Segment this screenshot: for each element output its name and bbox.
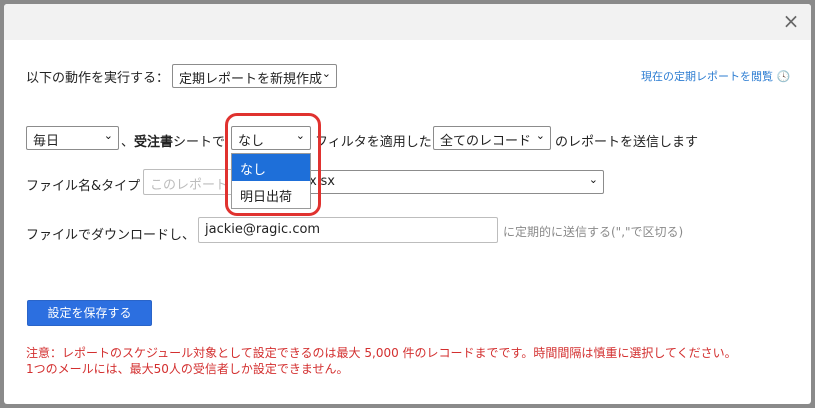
chevron-down-icon: ⌄: [588, 173, 598, 186]
filetype-select[interactable]: .xlsx ⌄: [298, 170, 604, 194]
filter-option[interactable]: 明日出荷: [232, 181, 310, 208]
email-hint: に定期的に送信する(","で区切る): [503, 225, 684, 239]
filename-label: ファイル名&タイプ: [26, 179, 141, 194]
email-input[interactable]: jackie@ragic.com: [198, 217, 498, 243]
schedule-sentence-start: 、受注書シートで: [121, 131, 225, 150]
filter-select-value: なし: [238, 134, 265, 149]
close-icon[interactable]: ×: [779, 10, 803, 34]
sheet-name: 受注書: [134, 135, 174, 150]
records-select-value: 全てのレコード: [440, 134, 532, 149]
send-suffix: のレポートを送信します: [555, 135, 699, 150]
dialog-header: ×: [4, 4, 811, 40]
filter-select[interactable]: なし ⌄: [231, 126, 311, 150]
save-settings-button[interactable]: 設定を保存する: [27, 300, 152, 326]
action-select[interactable]: 定期レポートを新規作成 ⌄: [172, 64, 337, 88]
frequency-select[interactable]: 毎日 ⌄: [26, 126, 119, 150]
chevron-down-icon: ⌄: [295, 129, 305, 142]
connector-text: 、: [121, 135, 135, 150]
download-label: ファイルでダウンロードし、: [26, 228, 196, 243]
view-current-reports-link[interactable]: 現在の定期レポートを閲覧 🕓: [641, 68, 790, 84]
warning-note-2: 1つのメールには、最大50人の受信者しか設定できません。: [26, 362, 349, 376]
chevron-down-icon: ⌄: [321, 67, 331, 80]
chevron-down-icon: ⌄: [103, 129, 113, 142]
chevron-down-icon: ⌄: [535, 129, 545, 142]
action-select-value: 定期レポートを新規作成: [179, 72, 323, 87]
sheet-suffix: シートで: [173, 135, 226, 150]
filter-option[interactable]: なし: [232, 154, 310, 181]
records-select[interactable]: 全てのレコード ⌄: [433, 126, 551, 150]
filter-suffix: フィルタを適用した: [315, 135, 432, 150]
filter-dropdown-list: なし 明日出荷: [231, 153, 311, 209]
clock-icon: 🕓: [776, 70, 791, 83]
filename-placeholder: このレポート: [150, 178, 229, 193]
frequency-select-value: 毎日: [33, 134, 60, 149]
action-label: 以下の動作を実行する：: [26, 71, 170, 86]
report-schedule-dialog: × 以下の動作を実行する： 定期レポートを新規作成 ⌄ 現在の定期レポートを閲覧…: [4, 4, 811, 404]
view-link-label: 現在の定期レポートを閲覧: [641, 70, 773, 83]
warning-note-1: 注意：レポートのスケジュール対象として設定できるのは最大 5,000 件のレコー…: [26, 346, 737, 360]
email-value: jackie@ragic.com: [205, 222, 321, 237]
